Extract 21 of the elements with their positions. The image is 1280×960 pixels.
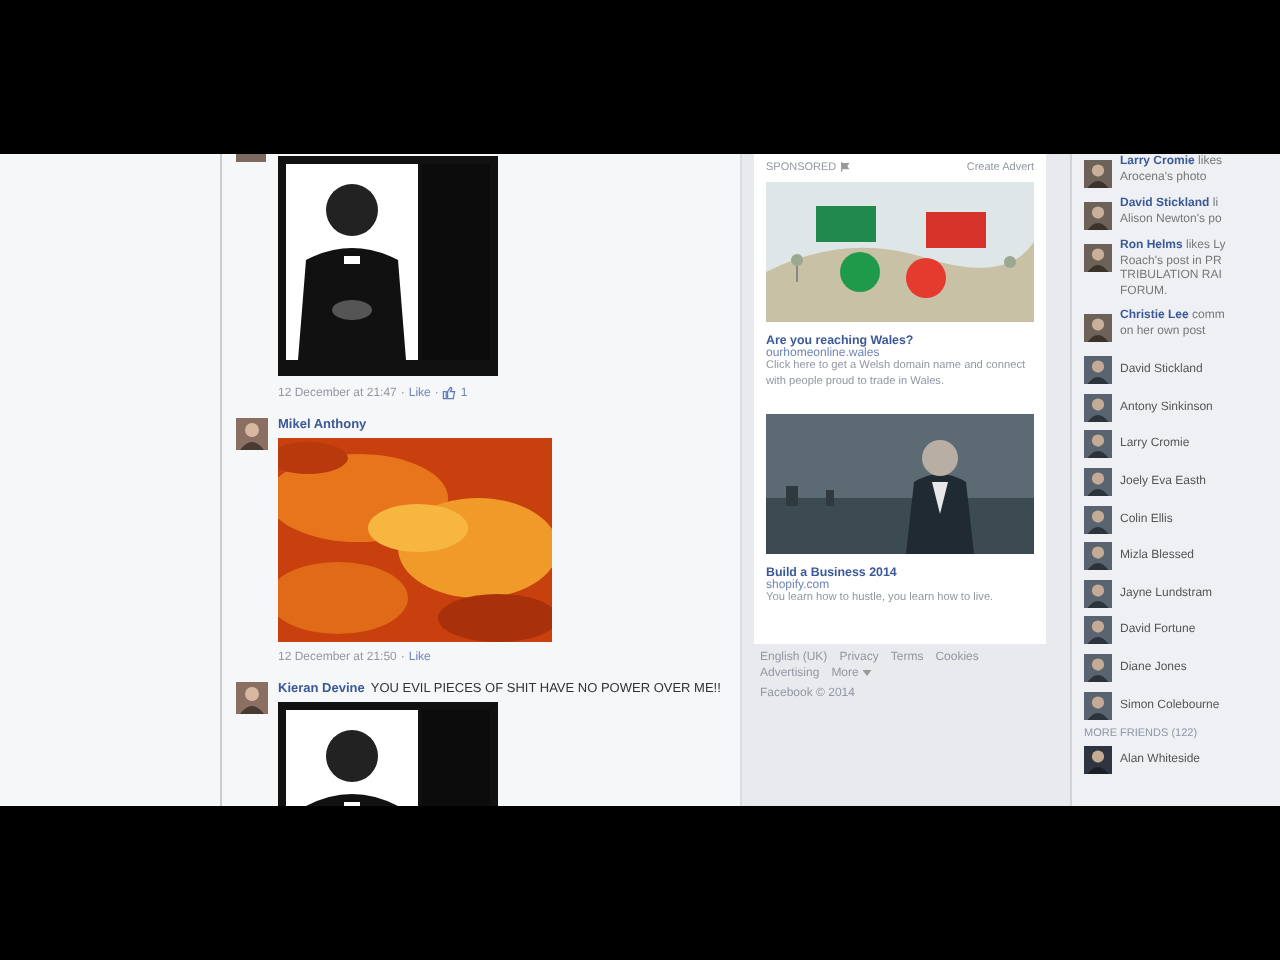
avatar	[1084, 542, 1112, 571]
avatar	[1084, 616, 1112, 645]
avatar	[236, 418, 268, 450]
flag-icon	[840, 162, 851, 172]
avatar	[1084, 746, 1112, 775]
avatar	[1084, 654, 1112, 683]
avatar	[1084, 505, 1112, 534]
avatar	[1084, 160, 1112, 188]
avatar	[1084, 430, 1112, 459]
avatar	[1084, 691, 1112, 720]
avatar	[1084, 356, 1112, 385]
avatar	[1084, 468, 1112, 497]
avatar	[236, 682, 268, 714]
avatar	[236, 154, 266, 162]
avatar	[1084, 393, 1112, 422]
avatar	[1084, 579, 1112, 608]
avatar	[1084, 244, 1112, 272]
caret-icon[interactable]	[862, 670, 873, 676]
avatar	[1084, 314, 1112, 342]
avatar	[1084, 202, 1112, 230]
thumbs-up-icon	[442, 386, 457, 400]
